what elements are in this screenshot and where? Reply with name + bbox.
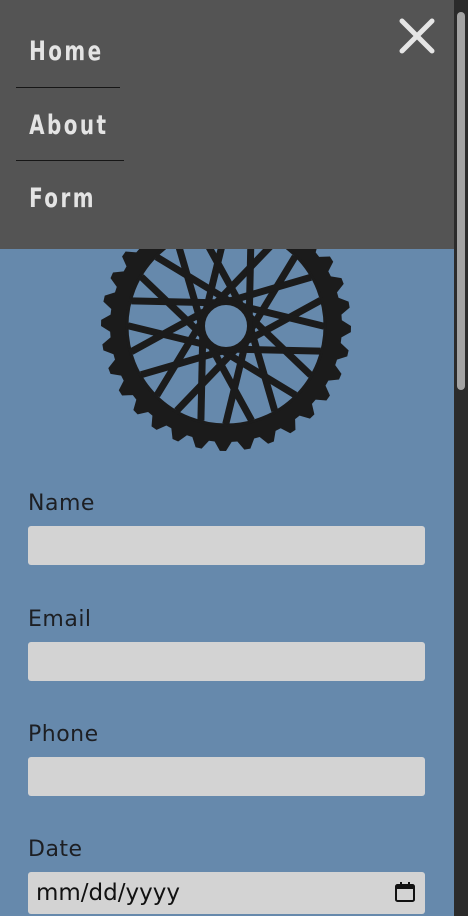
date-label: Date [28, 837, 83, 862]
phone-input[interactable] [28, 757, 425, 796]
date-input[interactable]: mm/dd/yyyy [28, 872, 425, 914]
name-input[interactable] [28, 526, 425, 565]
nav-menu: Home About Form [0, 0, 454, 249]
close-x-icon [399, 18, 435, 54]
name-label: Name [28, 491, 95, 516]
phone-label: Phone [28, 722, 99, 747]
close-menu-button[interactable] [395, 14, 439, 58]
menu-divider [16, 160, 124, 161]
calendar-icon[interactable] [394, 881, 416, 903]
email-input[interactable] [28, 642, 425, 681]
menu-divider [16, 87, 120, 88]
email-label: Email [28, 607, 92, 632]
nav-item-about[interactable]: About [16, 108, 108, 144]
date-field-group: Date mm/dd/yyyy [28, 836, 425, 914]
date-placeholder: mm/dd/yyyy [36, 880, 180, 906]
nav-item-home[interactable]: Home [16, 34, 104, 70]
phone-field-group: Phone [28, 721, 425, 796]
scrollbar-thumb[interactable] [457, 12, 465, 390]
nav-item-form[interactable]: Form [16, 181, 96, 217]
name-field-group: Name [28, 490, 425, 565]
email-field-group: Email [28, 606, 425, 681]
scrollbar[interactable] [454, 0, 468, 916]
